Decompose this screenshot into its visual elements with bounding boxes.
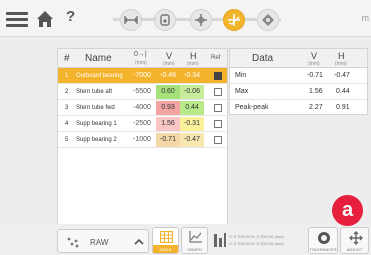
row-num: 5 — [65, 137, 69, 143]
tolerances-button[interactable]: TOLERANCES — [308, 227, 338, 254]
row-name: Outboard bearing — [76, 73, 123, 79]
stats-header: Data V (mm) H (mm) — [230, 49, 367, 68]
ref-checkbox[interactable] — [214, 88, 222, 96]
stats-label: Min — [235, 72, 247, 79]
ref-checkbox[interactable] — [214, 120, 222, 128]
tolerances-label: TOLERANCES — [309, 247, 337, 252]
graph-icon — [189, 231, 202, 243]
bottom-bar: RAW TABLE GRAPH V: 0.70/0.20 H: 0.70/0.2… — [0, 224, 371, 255]
step-measure-icon[interactable] — [154, 9, 176, 31]
move-arrows-icon — [349, 231, 363, 245]
ref-checkbox[interactable] — [214, 104, 222, 112]
table-row[interactable]: 1 Outboard bearing -7000 -0.46 -0.34 — [58, 68, 227, 84]
stats-h-value: 0.91 — [336, 104, 350, 111]
stats-row: Peak-peak 2.27 0.91 — [230, 100, 367, 116]
row-h-value: 0.44 — [180, 101, 204, 115]
table-row[interactable]: 4 Supp bearing 1 -2500 1.56 -0.31 — [58, 116, 227, 132]
chevron-up-icon — [134, 238, 144, 245]
table-header: # Name 0→| (mm) V (mm) H (mm) Ref — [58, 49, 227, 68]
stats-label: Peak-peak — [235, 104, 269, 111]
header-name: Name — [85, 53, 112, 64]
table-row[interactable]: 3 Stern tube fwd -4000 0.93 0.44 — [58, 100, 227, 116]
toolbar-partial-text: m — [361, 13, 370, 23]
data-stats-panel: Data V (mm) H (mm) Min -0.71 -0.47 Max 1… — [229, 48, 368, 115]
tolerance-readout-1: V: 0.70/0.20 H: 0.70/0.20 (mm) — [229, 234, 284, 239]
row-num: 2 — [65, 89, 69, 95]
header-h-unit: (mm) — [187, 61, 199, 67]
target-icon — [318, 232, 330, 244]
row-name: Supp bearing 1 — [76, 121, 117, 127]
ref-checkbox[interactable] — [214, 72, 222, 80]
row-v-value: -0.46 — [160, 72, 176, 79]
row-h-value: -0.47 — [180, 133, 204, 147]
row-v-value: -0.71 — [156, 133, 180, 147]
measurement-table: # Name 0→| (mm) V (mm) H (mm) Ref 1 Outb… — [57, 48, 228, 236]
row-position: -1000 — [133, 136, 151, 143]
row-name: Stern tube fwd — [76, 105, 115, 111]
table-row[interactable]: 2 Stern tube aft -5500 0.60 -0.06 — [58, 84, 227, 100]
header-position-unit: (mm) — [135, 60, 147, 66]
stats-v-value: 1.56 — [309, 88, 323, 95]
row-h-value: -0.34 — [184, 72, 200, 79]
step-report-icon[interactable] — [257, 9, 279, 31]
header-v-unit: (mm) — [163, 61, 175, 67]
row-h-value: -0.31 — [180, 117, 204, 131]
top-toolbar: ? m — [0, 0, 371, 37]
menu-icon[interactable] — [6, 12, 28, 27]
stats-h-value: 0.44 — [336, 88, 350, 95]
stats-label: Max — [235, 88, 249, 95]
table-view-button[interactable]: TABLE — [152, 227, 179, 254]
row-v-value: 1.56 — [156, 117, 180, 131]
header-position: 0→| — [134, 51, 147, 58]
stats-title: Data — [252, 53, 274, 64]
header-num: # — [64, 53, 70, 64]
stats-h-value: -0.47 — [334, 72, 350, 79]
row-v-value: 0.93 — [156, 101, 180, 115]
step-crosshair-icon[interactable] — [190, 9, 212, 31]
header-ref: Ref — [211, 55, 221, 61]
tolerance-bars-icon — [214, 233, 226, 247]
row-num: 1 — [65, 73, 69, 79]
row-position: -2500 — [133, 120, 151, 127]
row-position: -4000 — [133, 104, 151, 111]
adjust-button[interactable]: ADJUST — [340, 227, 369, 254]
stats-h-header: H — [338, 51, 345, 61]
callout-badge: a — [332, 195, 363, 226]
header-h: H — [190, 51, 197, 61]
raw-label: RAW — [90, 238, 109, 247]
step-results-icon[interactable] — [223, 9, 245, 31]
row-num: 3 — [65, 105, 69, 111]
adjust-label: ADJUST — [346, 247, 363, 252]
home-icon[interactable] — [35, 9, 55, 29]
row-v-value: 0.60 — [156, 85, 180, 99]
tolerance-readout-2: V: 0.70/0.20 H: 0.70/0.20 (mm) — [229, 241, 284, 246]
row-num: 4 — [65, 121, 69, 127]
stats-row: Min -0.71 -0.47 — [230, 68, 367, 84]
raw-selector[interactable]: RAW — [57, 229, 149, 253]
row-position: -5500 — [133, 88, 151, 95]
stats-h-unit: (mm) — [335, 61, 347, 67]
scatter-icon — [67, 237, 79, 248]
stats-row: Max 1.56 0.44 — [230, 84, 367, 100]
table-icon — [160, 231, 173, 243]
row-name: Stern tube aft — [76, 89, 113, 95]
step-distance-icon[interactable] — [120, 9, 142, 31]
row-name: Supp bearing 2 — [76, 137, 117, 143]
stats-v-value: -0.71 — [307, 72, 323, 79]
help-icon[interactable]: ? — [66, 8, 75, 25]
row-position: -7000 — [133, 72, 151, 79]
header-v: V — [166, 51, 173, 61]
table-view-label: TABLE — [159, 247, 172, 252]
table-row[interactable]: 5 Supp bearing 2 -1000 -0.71 -0.47 — [58, 132, 227, 148]
row-h-value: -0.06 — [180, 85, 204, 99]
ref-checkbox[interactable] — [214, 136, 222, 144]
graph-view-label: GRAPH — [187, 247, 202, 252]
stats-v-value: 2.27 — [309, 104, 323, 111]
stats-v-header: V — [311, 51, 318, 61]
graph-view-button[interactable]: GRAPH — [181, 227, 208, 254]
stats-v-unit: (mm) — [308, 61, 320, 67]
